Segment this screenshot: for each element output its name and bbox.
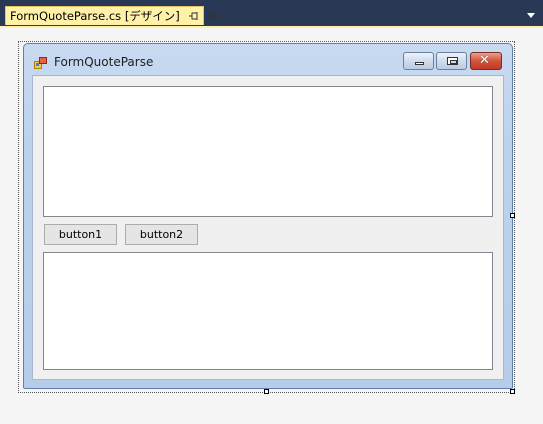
maximize-icon: [447, 57, 458, 65]
tab-overflow-dropdown-icon[interactable]: [527, 13, 535, 18]
textbox-top[interactable]: [43, 86, 493, 217]
resize-handle-corner[interactable]: [510, 389, 515, 394]
pin-icon[interactable]: [188, 10, 200, 22]
document-tab-label: FormQuoteParse.cs [デザイン]: [10, 9, 180, 23]
button1[interactable]: button1: [44, 224, 117, 245]
form-client-area: button1 button2: [32, 75, 504, 380]
designed-form-window[interactable]: FormQuoteParse ✕ button1 button2: [23, 43, 513, 389]
document-tab[interactable]: FormQuoteParse.cs [デザイン]: [5, 6, 218, 25]
form-title: FormQuoteParse: [54, 55, 154, 69]
textbox-bottom[interactable]: [43, 252, 493, 370]
resize-handle-bottom[interactable]: [264, 389, 269, 394]
form-close-button[interactable]: ✕: [470, 52, 502, 70]
minimize-button[interactable]: [403, 52, 434, 70]
resize-handle-right[interactable]: [510, 213, 515, 218]
document-tab-strip: FormQuoteParse.cs [デザイン]: [0, 0, 543, 28]
maximize-button[interactable]: [436, 52, 467, 70]
close-icon: ✕: [479, 53, 490, 68]
form-icon: [34, 55, 47, 69]
button2[interactable]: button2: [125, 224, 198, 245]
close-icon[interactable]: [207, 10, 219, 22]
minimize-icon: [415, 62, 424, 65]
